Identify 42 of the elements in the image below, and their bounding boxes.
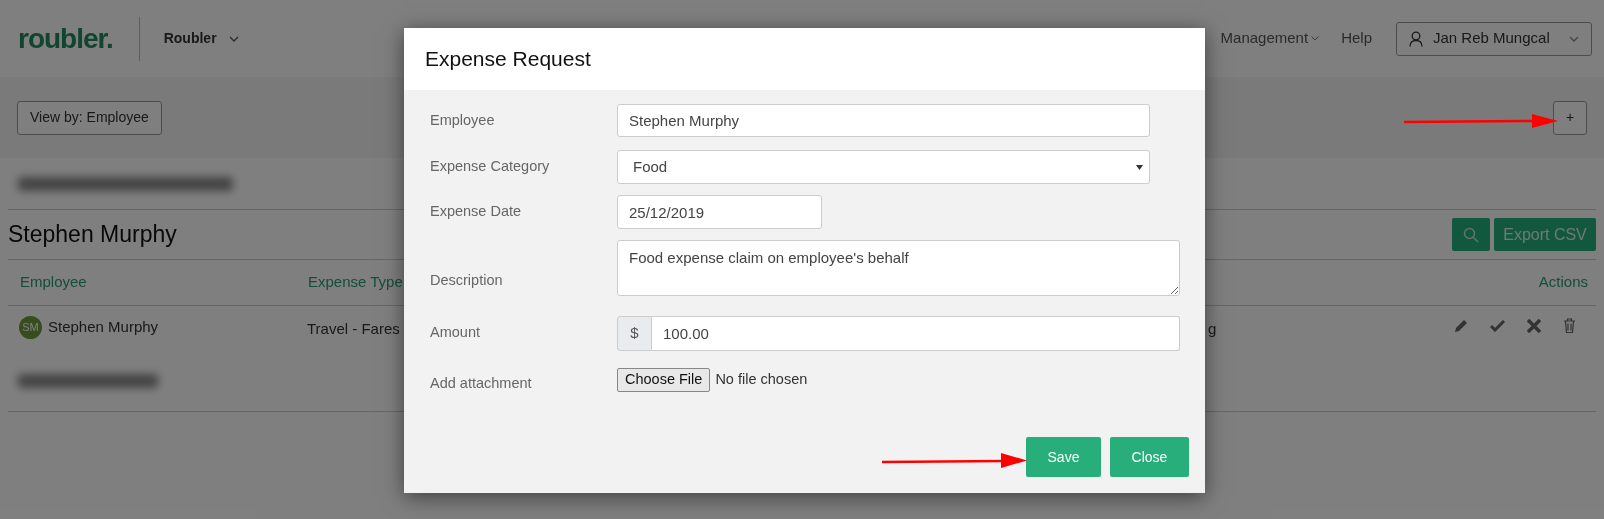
pencil-icon[interactable] xyxy=(1454,318,1468,333)
choose-file-button[interactable]: Choose File xyxy=(617,368,711,392)
chevron-down-icon xyxy=(1311,36,1320,41)
view-by-button[interactable]: View by: Employee xyxy=(17,100,162,135)
dropdown-icon xyxy=(1136,164,1143,170)
file-status: No file chosen xyxy=(715,370,808,390)
column-header[interactable]: Expense Type xyxy=(308,271,403,294)
user-menu-button[interactable]: Jan Reb Mungcal xyxy=(1396,21,1592,56)
avatar: SM xyxy=(19,316,42,339)
currency-prefix: $ xyxy=(617,316,652,351)
field-label: Employee xyxy=(430,111,496,130)
description-field[interactable]: Food expense claim on employee's behalf xyxy=(617,240,1180,296)
text-field[interactable]: Stephen Murphy xyxy=(617,104,1150,137)
add-button[interactable]: + xyxy=(1553,100,1587,135)
amount-field[interactable]: 100.00 xyxy=(652,316,1180,351)
chevron-down-icon xyxy=(228,35,239,42)
field-label: Amount xyxy=(430,323,481,342)
field-label: Description xyxy=(430,271,504,291)
field-label: Expense Date xyxy=(430,202,523,221)
dialog-button[interactable]: Close xyxy=(1110,437,1189,477)
search-icon xyxy=(1463,226,1479,243)
field-label: Expense Category xyxy=(430,157,551,176)
chevron-down-icon xyxy=(1569,35,1579,42)
close-icon[interactable] xyxy=(1527,318,1541,333)
category-select[interactable]: Food xyxy=(617,150,1150,184)
dialog-button[interactable]: Save xyxy=(1026,437,1101,477)
nav-link[interactable]: Help xyxy=(1341,27,1372,50)
table-cell-text: g xyxy=(1208,319,1217,339)
field-label: Add attachment xyxy=(430,374,533,393)
modal-title: Expense Request xyxy=(425,46,591,73)
table-cell-text: Stephen Murphy xyxy=(48,317,159,338)
user-icon xyxy=(1409,30,1423,47)
organisation-dropdown[interactable]: Roubler xyxy=(163,28,239,49)
column-header[interactable]: Employee xyxy=(20,271,87,294)
check-icon[interactable] xyxy=(1490,319,1505,332)
section-title: Stephen Murphy xyxy=(8,220,177,250)
nav-link[interactable]: Management xyxy=(1220,27,1320,50)
trash-icon[interactable] xyxy=(1563,318,1576,333)
date-field[interactable]: 25/12/2019 xyxy=(617,195,822,229)
logo[interactable]: roubler. xyxy=(18,22,113,55)
table-cell-text: Travel - Fares xyxy=(307,319,400,339)
column-header[interactable]: Actions xyxy=(1538,271,1588,294)
